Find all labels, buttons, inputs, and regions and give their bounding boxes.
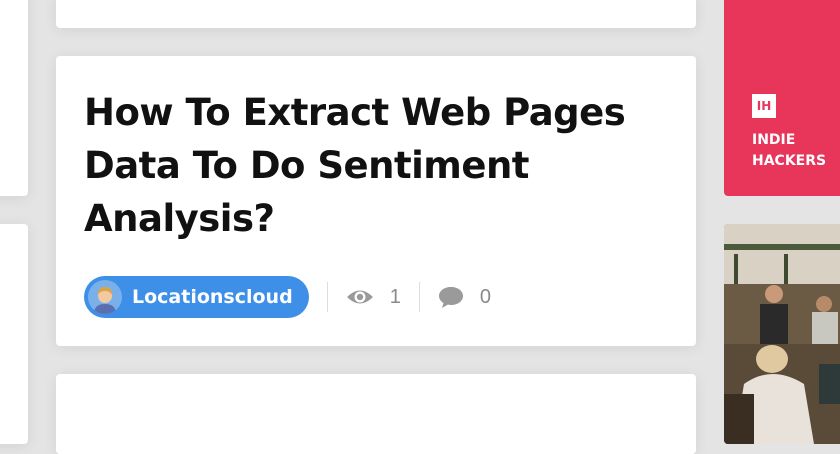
post-meta: Locationscloud 1 0 xyxy=(84,276,491,318)
previous-card-edge xyxy=(0,0,28,196)
author-link[interactable]: Locationscloud xyxy=(84,276,309,318)
comments-count: 0 xyxy=(479,285,491,308)
ad-line-2: HACKERS xyxy=(752,153,827,169)
divider xyxy=(418,282,420,312)
sidebar-photo[interactable] xyxy=(724,224,840,444)
avatar xyxy=(88,280,122,314)
indie-hackers-ad[interactable]: IH INDIE HACKERS xyxy=(724,0,840,196)
eye-icon xyxy=(346,290,373,304)
previous-card-edge xyxy=(0,224,28,444)
indie-hackers-label: INDIE HACKERS xyxy=(752,130,826,172)
ad-line-1: INDIE xyxy=(752,132,796,148)
post-card[interactable]: How To Extract Web Pages Data To Do Sent… xyxy=(56,56,696,346)
views-stat: 1 xyxy=(346,286,401,309)
post-title[interactable]: How To Extract Web Pages Data To Do Sent… xyxy=(84,86,644,245)
office-photo-image xyxy=(724,224,840,444)
author-name: Locationscloud xyxy=(132,286,293,308)
divider xyxy=(326,282,328,312)
post-card-below[interactable] xyxy=(56,374,696,454)
views-count: 1 xyxy=(389,285,401,308)
indie-hackers-logo: IH xyxy=(752,94,776,118)
comments-stat[interactable]: 0 xyxy=(438,285,491,309)
comment-icon xyxy=(438,287,463,308)
post-card-above[interactable] xyxy=(56,0,696,28)
